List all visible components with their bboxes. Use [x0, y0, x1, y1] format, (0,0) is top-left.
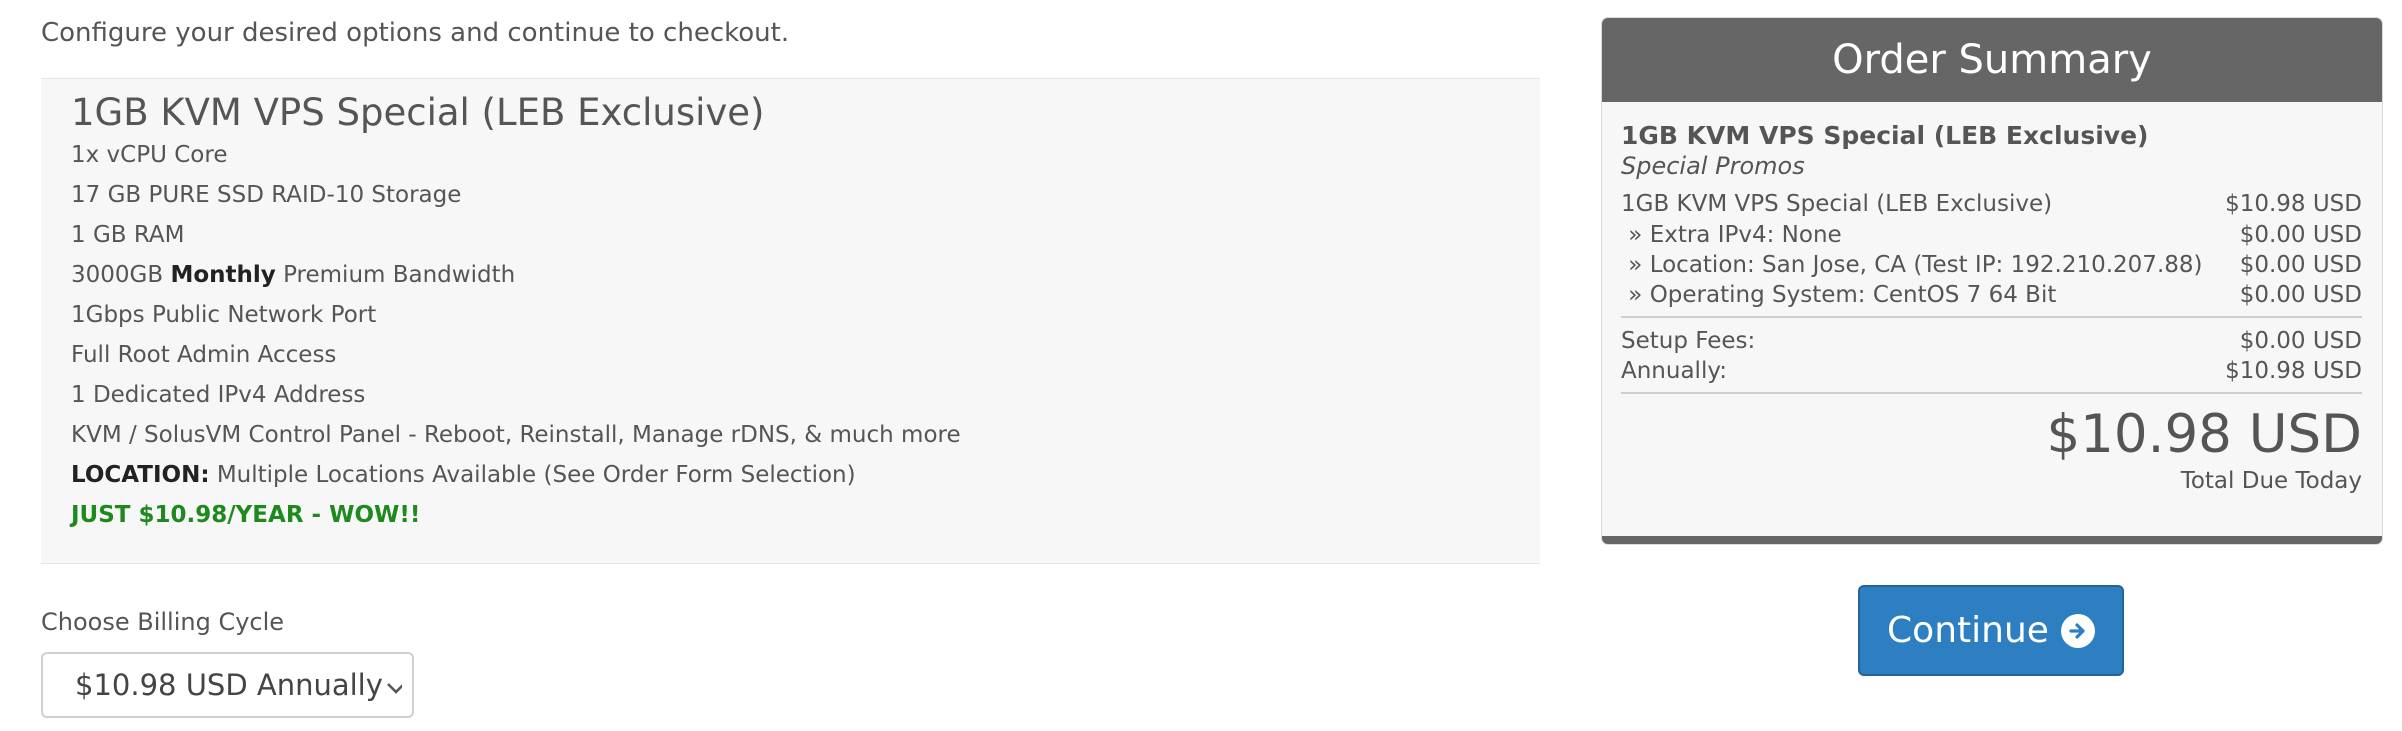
continue-label: Continue — [1887, 610, 2049, 651]
feature-item: 1x vCPU Core — [71, 142, 228, 168]
order-summary-header: Order Summary — [1602, 18, 2382, 102]
feature-list: 1x vCPU Core 17 GB PURE SSD RAID-10 Stor… — [71, 141, 961, 541]
feature-item: 17 GB PURE SSD RAID-10 Storage — [71, 182, 462, 208]
billing-cycle-select[interactable]: $10.98 USD Annually — [41, 652, 414, 718]
summary-line: » Operating System: CentOS 7 64 Bit $0.00… — [1621, 282, 2362, 308]
recurring-row: Annually: $10.98 USD — [1621, 358, 2362, 384]
summary-line: 1GB KVM VPS Special (LEB Exclusive) $10.9… — [1621, 191, 2362, 217]
summary-line: » Extra IPv4: None $0.00 USD — [1621, 222, 2362, 248]
feature-item: 1 Dedicated IPv4 Address — [71, 382, 366, 408]
feature-item: KVM / SolusVM Control Panel - Reboot, Re… — [71, 422, 961, 448]
billing-cycle-label: Choose Billing Cycle — [41, 608, 285, 636]
feature-item: 1Gbps Public Network Port — [71, 302, 377, 328]
continue-button[interactable]: Continue — [1858, 585, 2124, 676]
feature-item: Full Root Admin Access — [71, 342, 337, 368]
arrow-circle-right-icon — [2060, 613, 2095, 648]
feature-item: 1 GB RAM — [71, 222, 185, 248]
total-label: Total Due Today — [2180, 468, 2362, 494]
feature-item-location: LOCATION: Multiple Locations Available (… — [71, 462, 856, 488]
summary-product-group: Special Promos — [1621, 152, 1805, 180]
product-title: 1GB KVM VPS Special (LEB Exclusive) — [71, 91, 765, 134]
product-panel: 1GB KVM VPS Special (LEB Exclusive) 1x v… — [41, 78, 1540, 564]
summary-divider — [1621, 316, 2362, 318]
intro-text: Configure your desired options and conti… — [41, 18, 790, 48]
feature-item: 3000GB Monthly Premium Bandwidth — [71, 262, 516, 288]
summary-divider — [1621, 392, 2362, 394]
setup-fees-row: Setup Fees: $0.00 USD — [1621, 328, 2362, 354]
total-amount: $10.98 USD — [2046, 404, 2362, 465]
order-summary-panel: Order Summary 1GB KVM VPS Special (LEB E… — [1602, 18, 2382, 544]
feature-item-promo: JUST $10.98/YEAR - WOW!! — [71, 502, 421, 528]
billing-cycle-value: $10.98 USD Annually — [75, 668, 383, 702]
chevron-down-icon — [382, 672, 405, 706]
summary-product-name: 1GB KVM VPS Special (LEB Exclusive) — [1621, 121, 2149, 150]
summary-line: » Location: San Jose, CA (Test IP: 192.2… — [1621, 252, 2362, 278]
